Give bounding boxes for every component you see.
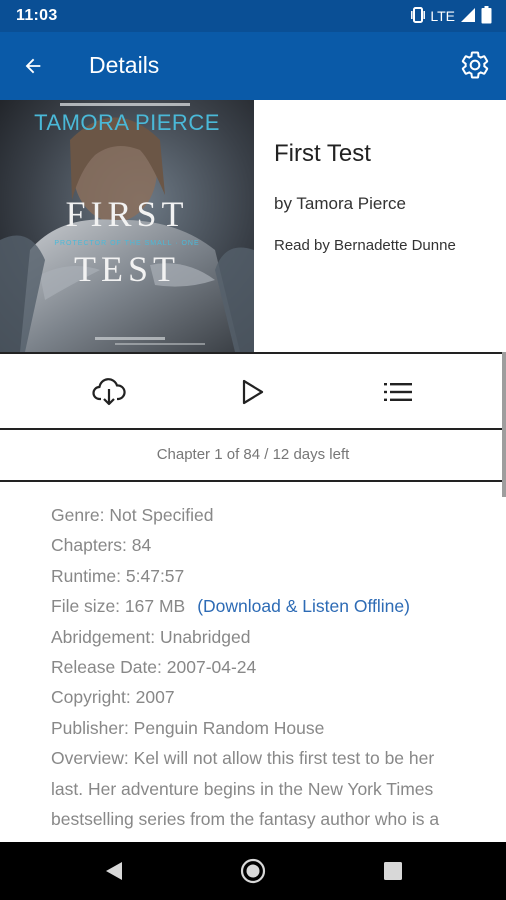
status-bar: 11:03 LTE <box>0 0 506 32</box>
app-bar: Details <box>0 32 506 100</box>
detail-genre: Genre: Not Specified <box>51 505 214 525</box>
cover-badge-text <box>60 103 190 106</box>
vibrate-icon <box>411 6 426 26</box>
play-button[interactable] <box>231 370 275 414</box>
cover-series: PROTECTOR OF THE SMALL · ONE <box>54 240 199 247</box>
download-icon <box>92 378 126 406</box>
detail-file-size: File size: 167 MB <box>51 596 186 617</box>
chapter-list-button[interactable] <box>376 370 420 414</box>
book-author: by Tamora Pierce <box>274 194 406 213</box>
status-icons: LTE <box>411 5 492 27</box>
book-info: First Test by Tamora Pierce Read by Bern… <box>254 100 506 352</box>
cover-author: TAMORA PIERCE <box>34 110 220 135</box>
detail-release-date: Release Date: 2007-04-24 <box>51 657 257 678</box>
signal-icon <box>460 7 476 26</box>
book-title: First Test <box>274 140 371 167</box>
actions-row <box>0 352 506 430</box>
download-offline-link[interactable]: (Download & Listen Offline) <box>197 596 410 616</box>
book-narrator: Read by Bernadette Dunne <box>274 237 456 254</box>
detail-runtime: Runtime: 5:47:57 <box>51 565 185 586</box>
chapter-status: Chapter 1 of 84 / 12 days left <box>0 430 506 482</box>
nav-back-button[interactable] <box>99 856 129 886</box>
detail-file-size-row: File size: 167 MB (Download & Listen Offl… <box>51 591 461 621</box>
detail-chapters: Chapters: 84 <box>51 535 152 556</box>
nav-recents-icon <box>384 862 402 880</box>
chapter-list-icon <box>384 383 412 401</box>
status-time: 11:03 <box>16 7 58 24</box>
gear-icon <box>461 51 489 79</box>
page-title: Details <box>89 52 160 78</box>
book-cover: TAMORA PIERCE FIRST PROTECTOR OF THE SMA… <box>0 100 254 352</box>
cover-title-line2: TEST <box>74 249 180 289</box>
play-icon <box>242 379 264 405</box>
nav-back-icon <box>106 862 122 880</box>
scrollbar[interactable] <box>502 352 506 497</box>
nav-recents-button[interactable] <box>378 856 408 886</box>
settings-button[interactable] <box>458 48 492 82</box>
cover-title-line1: FIRST <box>65 194 188 234</box>
back-button[interactable] <box>16 49 50 83</box>
book-header: TAMORA PIERCE FIRST PROTECTOR OF THE SMA… <box>0 100 506 352</box>
battery-icon <box>481 5 492 27</box>
detail-publisher: Publisher: Penguin Random House <box>51 717 325 738</box>
download-button[interactable] <box>87 370 131 414</box>
details-list: Genre: Not Specified Chapters: 84 Runtim… <box>51 500 461 865</box>
nav-home-icon <box>240 858 266 884</box>
nav-home-button[interactable] <box>238 856 268 886</box>
network-type: LTE <box>430 8 455 24</box>
detail-abridgement: Abridgement: Unabridged <box>51 626 251 647</box>
system-nav-bar <box>0 842 506 900</box>
detail-copyright: Copyright: 2007 <box>51 687 175 708</box>
arrow-back-icon <box>25 58 41 74</box>
